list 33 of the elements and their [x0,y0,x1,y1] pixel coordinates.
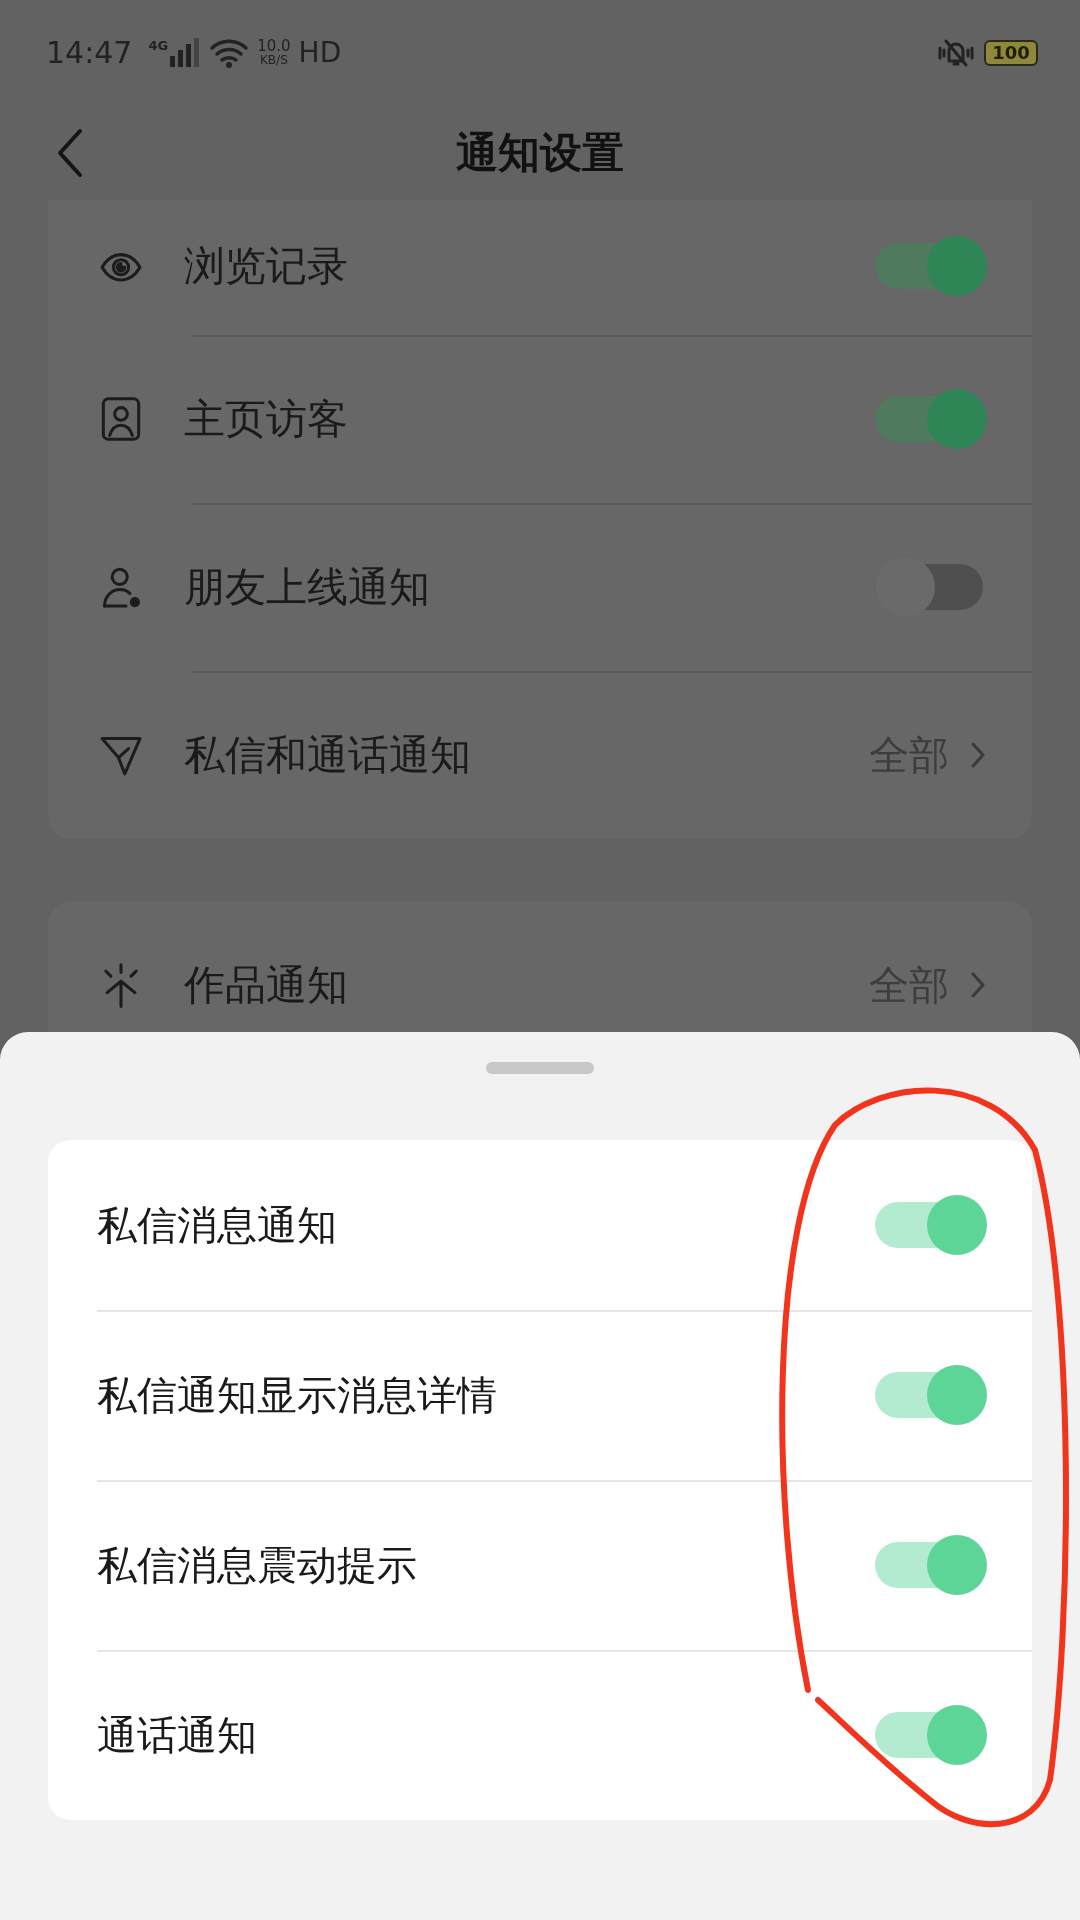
toggle-switch[interactable] [875,1365,987,1425]
toggle-switch[interactable] [875,1535,987,1595]
setting-label: 私信消息震动提示 [97,1540,418,1590]
speed-value: 10.0 [257,39,291,54]
setting-label: 私信消息通知 [97,1200,338,1250]
chevron-right-icon [969,970,987,1000]
toggle-switch[interactable] [875,236,987,296]
settings-row[interactable]: 通话通知 [48,1650,1032,1820]
chevron-right-icon [969,740,987,770]
settings-row[interactable]: 浏览记录 [48,205,1032,335]
toggle-switch[interactable] [875,389,987,449]
hd-label: HD [298,36,342,69]
network-type: 4G [148,37,169,53]
toggle-switch[interactable] [875,1195,987,1255]
speed-unit: KB/S [260,54,288,66]
settings-row[interactable]: 主页访客 [48,335,1032,503]
settings-row[interactable]: 私信通知显示消息详情 [48,1310,1032,1480]
signal-icon [169,37,202,68]
toggle-switch[interactable] [875,1705,987,1765]
setting-label: 作品通知 [184,959,349,1011]
setting-label: 朋友上线通知 [184,561,431,613]
settings-row[interactable]: 私信消息通知 [48,1140,1032,1310]
battery-level: 100 [992,42,1030,63]
clock-time: 14:47 [46,35,133,70]
setting-label: 主页访客 [184,393,349,445]
page-title: 通知设置 [456,126,624,179]
settings-row[interactable]: 私信消息震动提示 [48,1480,1032,1650]
setting-label: 私信通知显示消息详情 [97,1370,498,1420]
drag-handle[interactable] [486,1062,594,1074]
settings-row[interactable]: 朋友上线通知 [48,503,1032,671]
setting-label: 通话通知 [97,1710,258,1760]
setting-label: 浏览记录 [184,240,349,292]
setting-label: 私信和通话通知 [184,729,472,781]
